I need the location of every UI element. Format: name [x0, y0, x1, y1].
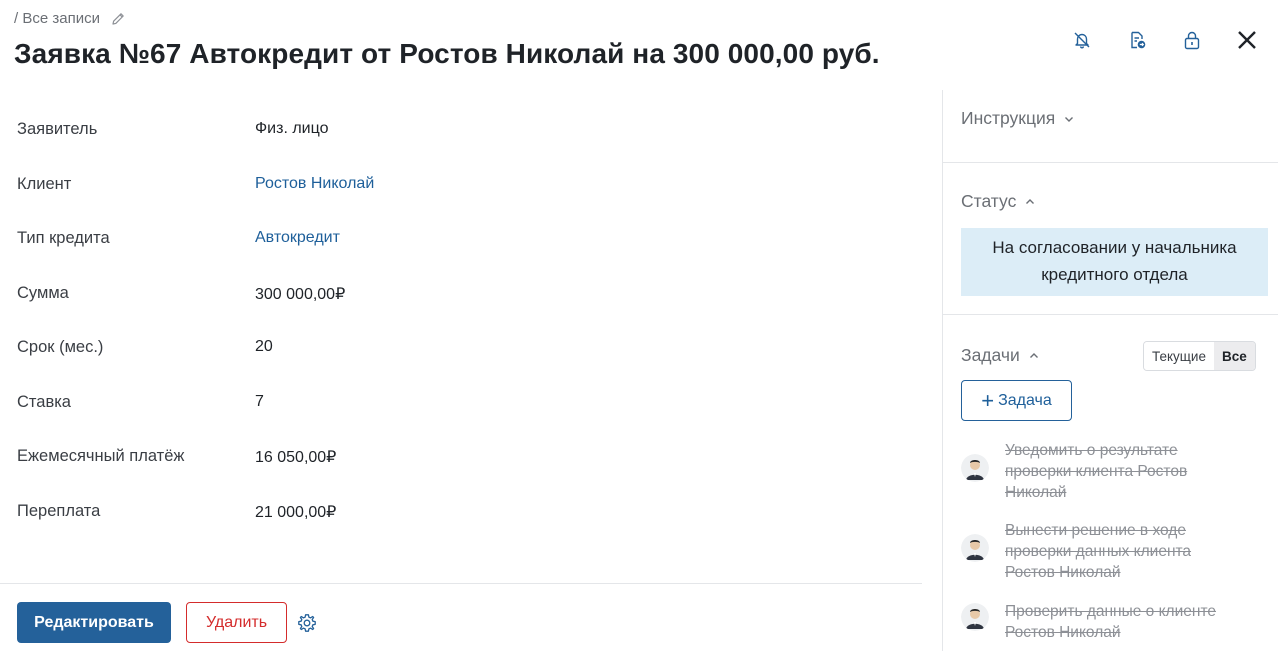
- field-label: Ежемесячный платёж: [17, 447, 185, 465]
- right-panel: Инструкция Статус На согласовании у нача…: [942, 90, 1278, 651]
- task-item[interactable]: Проверить данные о клиенте Ростов Никола…: [961, 601, 1261, 643]
- chevron-up-icon: [1029, 352, 1038, 358]
- instruction-label: Инструкция: [961, 108, 1056, 128]
- field-label: Сумма: [17, 283, 69, 302]
- divider: [943, 162, 1278, 163]
- task-item[interactable]: Уведомить о результате проверки клиента …: [961, 440, 1261, 503]
- close-icon[interactable]: [1233, 26, 1260, 53]
- field-row-monthly-payment: Ежемесячный платёж 16 050,00₽: [17, 431, 897, 486]
- field-label: Тип кредита: [17, 229, 110, 247]
- tasks-label: Задачи: [961, 345, 1020, 365]
- client-link[interactable]: Ростов Николай: [255, 175, 374, 193]
- plus-icon: +: [981, 387, 995, 413]
- task-text: Уведомить о результате проверки клиента …: [1005, 442, 1188, 501]
- field-value: 7: [255, 392, 264, 410]
- gear-icon[interactable]: [297, 613, 317, 633]
- field-value: 20: [255, 338, 273, 355]
- field-label: Срок (мес.): [17, 338, 104, 356]
- avatar: [961, 603, 989, 631]
- field-value: 21 000,00₽: [255, 503, 337, 521]
- chevron-up-icon: [1026, 198, 1035, 204]
- delete-button[interactable]: Удалить: [186, 602, 287, 643]
- field-label: Заявитель: [17, 120, 98, 138]
- breadcrumb[interactable]: / Все записи: [14, 10, 126, 27]
- field-row-rate: Ставка 7: [17, 377, 897, 432]
- field-label: Ставка: [17, 392, 71, 411]
- field-row-overpayment: Переплата 21 000,00₽: [17, 486, 897, 541]
- status-toggle[interactable]: Статус: [961, 191, 1036, 212]
- credit-type-link[interactable]: Автокредит: [255, 229, 340, 247]
- divider: [0, 583, 922, 584]
- field-row-credit-type: Тип кредита Автокредит: [17, 213, 897, 268]
- field-value: 16 050,00₽: [255, 449, 337, 466]
- field-row-client: Клиент Ростов Николай: [17, 159, 897, 214]
- avatar: [961, 454, 989, 482]
- record-fields: Заявитель Физ. лицо Клиент Ростов Никола…: [17, 104, 897, 540]
- avatar: [961, 534, 989, 562]
- document-share-icon[interactable]: [1123, 26, 1150, 53]
- tasks-filter-toggle: Текущие Все: [1143, 341, 1256, 371]
- add-task-label: Задача: [998, 391, 1052, 409]
- task-text: Проверить данные о клиенте Ростов Никола…: [1005, 603, 1216, 641]
- chevron-down-icon: [1065, 116, 1074, 122]
- field-label: Переплата: [17, 501, 101, 520]
- status-label: Статус: [961, 191, 1017, 211]
- task-text: Вынести решение в ходе проверки данных к…: [1005, 522, 1192, 581]
- tasks-toggle[interactable]: Задачи: [961, 345, 1040, 366]
- lock-icon[interactable]: [1178, 26, 1205, 53]
- field-value: 300 000,00₽: [255, 285, 346, 303]
- task-item[interactable]: Вынести решение в ходе проверки данных к…: [961, 520, 1261, 583]
- field-value: Физ. лицо: [255, 120, 329, 137]
- header-actions: [1068, 26, 1260, 53]
- breadcrumb-link[interactable]: / Все записи: [14, 10, 100, 27]
- field-row-applicant: Заявитель Физ. лицо: [17, 104, 897, 159]
- bell-off-icon[interactable]: [1068, 26, 1095, 53]
- add-task-button[interactable]: + Задача: [961, 380, 1072, 421]
- instruction-toggle[interactable]: Инструкция: [961, 108, 1075, 129]
- status-badge: На согласовании у начальника кредитного …: [961, 228, 1268, 296]
- pencil-icon[interactable]: [110, 11, 126, 27]
- field-row-amount: Сумма 300 000,00₽: [17, 268, 897, 323]
- edit-button[interactable]: Редактировать: [17, 602, 171, 643]
- divider: [943, 314, 1278, 315]
- field-row-term: Срок (мес.) 20: [17, 322, 897, 377]
- tab-current-tasks[interactable]: Текущие: [1144, 342, 1214, 370]
- page-title: Заявка №67 Автокредит от Ростов Николай …: [14, 38, 880, 69]
- field-label: Клиент: [17, 174, 72, 193]
- tab-all-tasks[interactable]: Все: [1213, 342, 1255, 370]
